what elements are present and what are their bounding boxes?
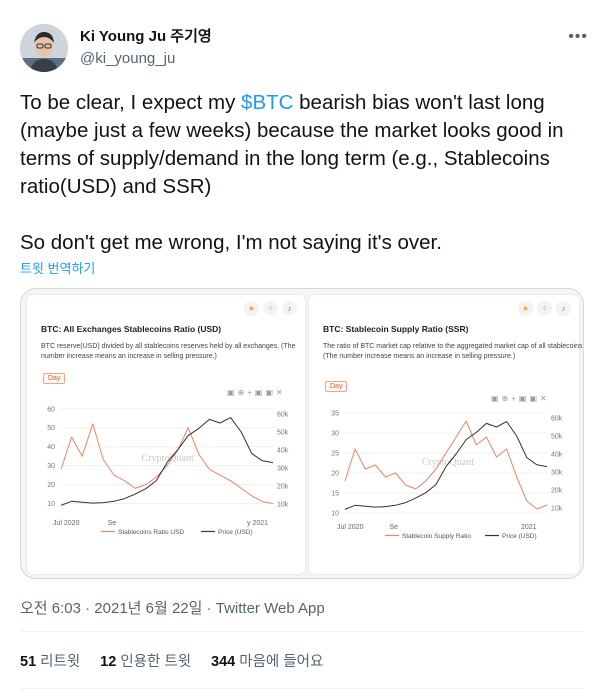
card-icons: ★ ⁘ ♪ [518,301,571,316]
day-button[interactable]: Day [325,381,348,392]
y-right-tick-label: 20k [551,488,563,495]
display-name[interactable]: Ki Young Ju 주기영 [80,27,212,47]
y-left-tick-label: 10 [47,501,55,508]
card-icons: ★ ⁘ ♪ [244,301,297,316]
legend-ratio-label: Stablecoin Supply Ratio [402,533,471,540]
likes-label: 마음에 들어요 [239,654,324,670]
tweet-text: To be clear, I expect my $BTC bearish bi… [20,89,590,257]
tweet-paragraph-1: To be clear, I expect my $BTC bearish bi… [20,89,590,201]
y-left-tick-label: 10 [331,511,339,518]
y-left-tick-label: 60 [47,406,55,413]
grid-icon[interactable]: ⁘ [263,301,278,316]
likes-stat[interactable]: 344 마음에 들어요 [211,650,323,671]
chart-title: BTC: Stablecoin Supply Ratio (SSR) [323,324,469,334]
tweet-media[interactable]: ★ ⁘ ♪ BTC: All Exchanges Stablecoins Rat… [20,288,584,579]
y-right-tick-label: 50k [277,430,289,437]
y-left-tick-label: 30 [47,463,55,470]
legend-ratio-label: Stablecoins Ratio USD [118,529,184,536]
y-left-tick-label: 25 [331,451,339,458]
more-options-icon[interactable]: ••• [568,28,588,46]
legend-price-label: Price (USD) [218,529,253,536]
ssr-chart: 35 30 25 20 15 10 60k 50k 40k 30k 20k 10k CryptoQuan… [331,411,563,541]
y-left-tick-label: 20 [331,471,339,478]
y-right-tick-label: 40k [277,448,289,455]
tweet-header: Ki Young Ju 주기영 @ki_young_ju ••• [20,24,588,74]
chart-title: BTC: All Exchanges Stablecoins Ratio (US… [41,324,222,334]
x-tick-label: 2021 [521,524,537,531]
tweet-stats: 51 리트윗 12 인용한 트윗 344 마음에 들어요 [20,650,323,671]
x-tick-label: y 2021 [247,520,268,527]
x-tick-label: Se [389,524,398,531]
y-right-tick-label: 30k [277,466,289,473]
chart-card-stablecoins-ratio: ★ ⁘ ♪ BTC: All Exchanges Stablecoins Rat… [27,295,305,574]
y-right-tick-label: 10k [551,506,563,513]
retweets-stat[interactable]: 51 리트윗 [20,650,80,671]
retweets-count: 51 [20,654,37,670]
watermark-text: CryptoQuant [422,457,474,468]
bell-icon[interactable]: ♪ [282,301,297,316]
avatar[interactable] [20,24,68,72]
star-icon[interactable]: ★ [518,301,533,316]
legend-price-label: Price (USD) [502,533,537,540]
y-right-tick-label: 10k [277,502,289,509]
tweet-timestamp[interactable]: 오전 6:03 · 2021년 6월 22일 · Twitter Web App [20,597,325,618]
y-right-tick-label: 30k [551,470,563,477]
translate-tweet-link[interactable]: 트윗 번역하기 [20,258,95,277]
grid-icon[interactable]: ⁘ [537,301,552,316]
stablecoins-ratio-chart: 60 50 40 30 20 10 60k 50k 40k 30k 20k 10k CryptoQuan… [47,406,289,536]
y-left-tick-label: 50 [47,425,55,432]
quotes-stat[interactable]: 12 인용한 트윗 [100,650,191,671]
retweets-label: 리트윗 [40,654,81,670]
y-right-tick-label: 60k [277,412,289,419]
divider [20,688,584,689]
x-tick-label: Se [108,520,117,527]
x-tick-label: Jul 2020 [53,520,80,527]
y-left-tick-label: 40 [47,444,55,451]
y-left-tick-label: 15 [331,491,339,498]
quotes-label: 인용한 트윗 [120,654,192,670]
y-right-tick-label: 50k [551,434,563,441]
y-left-tick-label: 35 [331,411,339,418]
cashtag-link[interactable]: $BTC [241,91,293,114]
likes-count: 344 [211,654,236,670]
star-icon[interactable]: ★ [244,301,259,316]
tweet-paragraph-2: So don't get me wrong, I'm not saying it… [20,231,442,254]
divider [20,631,584,632]
y-left-tick-label: 20 [47,482,55,489]
bell-icon[interactable]: ♪ [556,301,571,316]
chart-description: BTC reserve(USD) divided by all stableco… [41,343,296,360]
y-right-tick-label: 20k [277,484,289,491]
chart-card-ssr: ★ ⁘ ♪ BTC: Stablecoin Supply Ratio (SSR)… [309,295,583,574]
user-handle[interactable]: @ki_young_ju [80,49,212,69]
day-button[interactable]: Day [43,373,66,384]
y-right-tick-label: 40k [551,452,563,459]
quotes-count: 12 [100,654,117,670]
x-tick-label: Jul 2020 [337,524,364,531]
watermark-text: CryptoQuant [142,453,194,464]
chart-description: The ratio of BTC market cap relative to … [323,343,584,360]
tweet-text-part: To be clear, I expect my [20,91,242,114]
y-left-tick-label: 30 [331,431,339,438]
y-right-tick-label: 60k [551,416,563,423]
